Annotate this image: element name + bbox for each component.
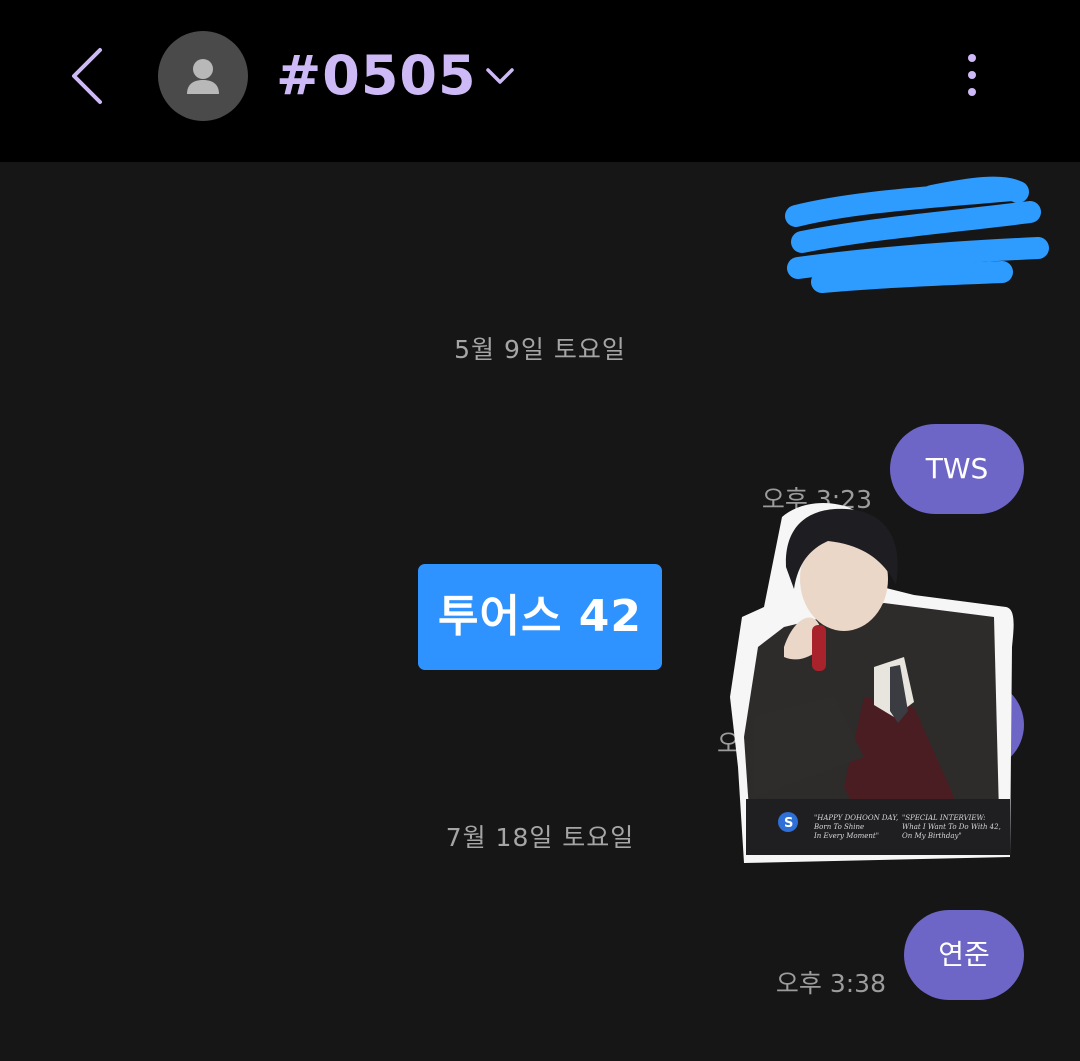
- svg-text:S: S: [784, 816, 793, 831]
- message-bubble[interactable]: 연준: [904, 910, 1024, 1000]
- sticker-caption-right: On My Birthday": [902, 832, 962, 840]
- date-separator: 5월 9일 토요일: [454, 335, 626, 364]
- overlay-text-label: 투어스 42: [418, 564, 662, 670]
- sticker-caption-left: Born To Shine: [814, 823, 865, 831]
- message-time: 오후 3:38: [775, 969, 886, 998]
- person-icon: [187, 59, 219, 94]
- contact-avatar[interactable]: [158, 31, 248, 121]
- conversation-title[interactable]: #0505: [276, 38, 477, 114]
- message-list[interactable]: 5월 9일 토요일 TWS 오후 3:23 오 7월 18일 토요일 연준 오후…: [0, 162, 1080, 1061]
- title-dropdown-button[interactable]: [480, 56, 520, 96]
- chevron-down-icon: [486, 68, 514, 84]
- redaction-scribble: [785, 176, 1049, 293]
- sticker-photo: S: [730, 503, 1014, 863]
- photo-sticker: S "HAPPY DOHOON DAY, Born To Shine In Ev…: [724, 497, 1020, 867]
- more-options-button[interactable]: [950, 44, 994, 108]
- sticker-caption-right: What I Want To Do With 42,: [902, 823, 1001, 831]
- vertical-dots-icon: [968, 54, 976, 96]
- sticker-caption-left: In Every Moment": [814, 832, 879, 840]
- sticker-caption-left: "HAPPY DOHOON DAY,: [814, 814, 899, 822]
- chevron-left-icon: [72, 48, 102, 104]
- back-button[interactable]: [62, 44, 116, 108]
- date-separator: 7월 18일 토요일: [445, 823, 635, 852]
- chat-header: #0505: [0, 0, 1080, 162]
- sticker-caption-right: "SPECIAL INTERVIEW:: [902, 814, 986, 822]
